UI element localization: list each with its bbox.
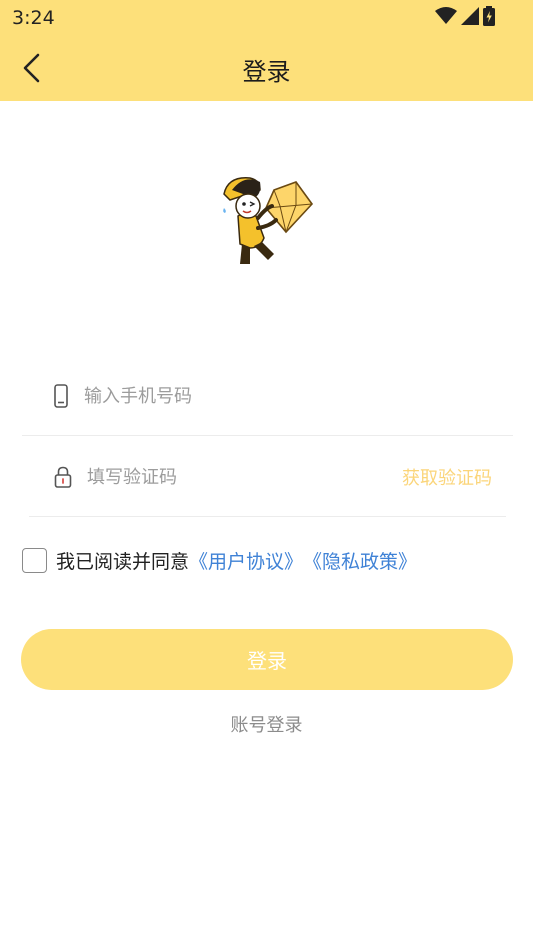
code-field-row: 获取验证码 [29,437,506,517]
get-code-button[interactable]: 获取验证码 [402,464,492,490]
lock-icon [54,466,72,492]
status-time: 3:24 [12,7,55,29]
user-agreement-link[interactable]: 《用户协议》 [189,547,303,574]
app-header: 3:24 登录 [0,0,533,101]
agreement-checkbox[interactable] [22,547,47,573]
account-login-link[interactable]: 账号登录 [0,711,533,737]
page-title: 登录 [242,58,291,86]
mascot-illustration [214,168,330,274]
login-button[interactable]: 登录 [21,629,513,690]
phone-field-row [22,356,513,436]
status-icons [435,6,495,26]
battery-icon [483,6,495,26]
verification-code-input[interactable] [87,461,387,493]
phone-input[interactable] [84,380,384,412]
wifi-icon [435,7,457,24]
agreement-text: 我已阅读并同意 [56,550,190,573]
mobile-phone-icon [54,384,68,412]
privacy-policy-link[interactable]: 《隐私政策》 [303,547,417,574]
agreement-row: 我已阅读并同意 《用户协议》 《隐私政策》 [22,546,417,574]
signal-icon [461,7,479,25]
